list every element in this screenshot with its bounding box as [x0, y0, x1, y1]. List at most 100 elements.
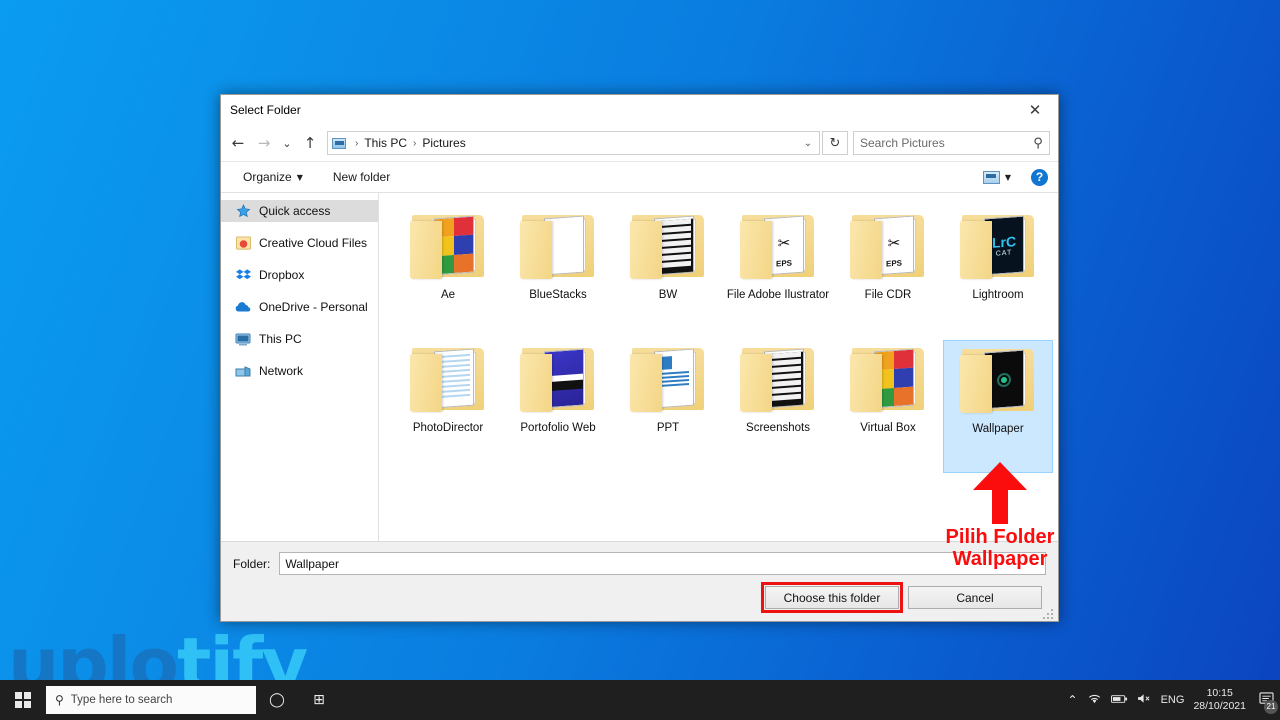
organize-label: Organize — [243, 170, 292, 184]
windows-logo-icon — [15, 692, 31, 708]
network-icon — [235, 363, 251, 379]
search-box[interactable]: ⚲ — [853, 131, 1050, 155]
sidebar-label: Creative Cloud Files — [259, 236, 368, 250]
folder-item-wallpaper[interactable]: Wallpaper — [943, 340, 1053, 473]
folder-item-portofolio-web[interactable]: Portofolio Web — [503, 340, 613, 473]
folder-item-screenshots[interactable]: Screenshots — [723, 340, 833, 473]
breadcrumb-separator-2: › — [413, 137, 417, 149]
tray-chevron-up-icon[interactable]: ⌃ — [1068, 693, 1078, 707]
folder-item-virtual-box[interactable]: Virtual Box — [833, 340, 943, 473]
folder-icon — [848, 344, 928, 416]
folder-label: File Adobe Ilustrator — [726, 289, 830, 301]
search-input[interactable] — [854, 136, 1027, 150]
folder-item-file-cdr[interactable]: ✂ EPS File CDR — [833, 207, 943, 340]
organize-button[interactable]: Organize ▼ — [235, 165, 311, 189]
folder-icon — [628, 211, 708, 283]
sidebar-item-quick-access[interactable]: Quick access — [221, 200, 378, 222]
task-view-icon[interactable]: ⊞ — [298, 680, 340, 720]
search-icon[interactable]: ⚲ — [1027, 136, 1049, 151]
dialog-titlebar[interactable]: Select Folder ✕ — [221, 95, 1058, 125]
new-folder-label: New folder — [332, 170, 391, 184]
folder-label: Lightroom — [972, 289, 1024, 301]
folder-icon — [628, 344, 708, 416]
sidebar-item-dropbox[interactable]: Dropbox — [221, 264, 378, 286]
folder-label: BW — [658, 289, 678, 301]
volume-muted-icon[interactable] — [1137, 693, 1152, 707]
sidebar-label: Network — [259, 364, 304, 378]
folder-label: Wallpaper — [972, 423, 1024, 435]
folder-item-ppt[interactable]: PPT — [613, 340, 723, 473]
clock-time: 10:15 — [1206, 687, 1233, 699]
folder-item-bluestacks[interactable]: BlueStacks — [503, 207, 613, 340]
breadcrumb-pictures[interactable]: Pictures — [421, 136, 466, 150]
taskbar-search-box[interactable]: ⚲ Type here to search — [46, 686, 256, 714]
folder-label: Ae — [440, 289, 456, 301]
folder-item-lightroom[interactable]: LrC CAT Lightroom — [943, 207, 1053, 340]
folder-icon — [408, 344, 488, 416]
taskbar-search-placeholder: Type here to search — [70, 694, 173, 706]
dropbox-icon — [235, 267, 251, 283]
address-dropdown-chevron-icon[interactable]: ⌄ — [797, 138, 819, 149]
resize-grip-icon[interactable] — [1043, 607, 1055, 619]
folder-label: PPT — [656, 422, 680, 434]
creative-cloud-icon — [235, 235, 251, 251]
folder-item-photodirector[interactable]: PhotoDirector — [393, 340, 503, 473]
folder-item-file-adobe-ilustrator[interactable]: ✂ EPS File Adobe Ilustrator — [723, 207, 833, 340]
star-icon — [235, 203, 251, 219]
system-tray: ⌃ ENG 10:15 28/10/2021 21 — [1068, 680, 1280, 720]
cortana-icon[interactable]: ◯ — [256, 680, 298, 720]
folder-icon — [408, 211, 488, 283]
dialog-footer: Folder: Choose this folder Cancel — [221, 541, 1058, 621]
breadcrumb-separator-1: › — [355, 137, 359, 149]
folder-icon: ✂ EPS — [738, 211, 818, 283]
folder-icon — [518, 344, 598, 416]
refresh-icon[interactable]: ↻ — [822, 131, 848, 155]
monitor-icon — [235, 331, 251, 347]
search-icon: ⚲ — [55, 693, 64, 707]
wifi-icon[interactable] — [1087, 693, 1102, 708]
close-icon[interactable]: ✕ — [1012, 95, 1058, 125]
recent-locations-chevron-icon[interactable]: ⌄ — [277, 130, 297, 156]
folder-icon: LrC CAT — [958, 211, 1038, 283]
folder-name-input[interactable] — [279, 552, 1046, 575]
clock[interactable]: 10:15 28/10/2021 — [1193, 687, 1246, 713]
start-button[interactable] — [0, 680, 46, 720]
folder-item-ae[interactable]: Ae — [393, 207, 503, 340]
forward-arrow-icon[interactable]: → — [251, 130, 277, 156]
select-folder-dialog: Select Folder ✕ ← → ⌄ ↑ › This PC › Pict… — [220, 94, 1059, 622]
navigation-pane: Quick access Creative Cloud Files Dropbo… — [221, 193, 379, 541]
onedrive-cloud-icon — [235, 299, 251, 315]
sidebar-item-network[interactable]: Network — [221, 360, 378, 382]
back-arrow-icon[interactable]: ← — [225, 130, 251, 156]
language-indicator[interactable]: ENG — [1161, 694, 1185, 706]
cancel-button[interactable]: Cancel — [908, 586, 1042, 609]
clock-date: 28/10/2021 — [1193, 700, 1246, 712]
sidebar-item-this-pc[interactable]: This PC — [221, 328, 378, 350]
folder-label: PhotoDirector — [412, 422, 484, 434]
folder-label: File CDR — [864, 289, 912, 301]
address-bar[interactable]: › This PC › Pictures ⌄ — [327, 131, 820, 155]
navigation-bar: ← → ⌄ ↑ › This PC › Pictures ⌄ ↻ ⚲ — [221, 125, 1058, 161]
help-icon[interactable]: ? — [1031, 168, 1048, 186]
breadcrumb-this-pc[interactable]: This PC — [363, 136, 408, 150]
chevron-down-icon: ▼ — [296, 172, 303, 182]
sidebar-label: OneDrive - Personal — [259, 300, 368, 314]
sidebar-item-onedrive-personal[interactable]: OneDrive - Personal — [221, 296, 378, 318]
folder-grid: Ae BlueStacks BW ✂ EPS File Adobe Ilustrator ✂… — [379, 193, 1058, 541]
folder-icon — [958, 345, 1038, 417]
sidebar-label: This PC — [259, 332, 302, 346]
new-folder-button[interactable]: New folder — [325, 165, 398, 189]
sidebar-label: Dropbox — [259, 268, 305, 282]
dialog-buttons: Choose this folder Cancel — [233, 582, 1046, 613]
folder-label: Portofolio Web — [520, 422, 596, 434]
change-view-button[interactable]: ▼ — [975, 165, 1019, 189]
folder-item-bw[interactable]: BW — [613, 207, 723, 340]
choose-this-folder-button[interactable]: Choose this folder — [761, 582, 903, 613]
sidebar-item-creative-cloud-files[interactable]: Creative Cloud Files — [221, 232, 378, 254]
up-arrow-icon[interactable]: ↑ — [297, 130, 323, 156]
action-center-icon[interactable]: 21 — [1259, 691, 1278, 714]
battery-icon[interactable] — [1110, 693, 1128, 707]
view-chevron-down-icon: ▼ — [1004, 172, 1011, 182]
folder-label: BlueStacks — [529, 289, 587, 301]
command-bar: Organize ▼ New folder ▼ ? — [221, 161, 1058, 193]
